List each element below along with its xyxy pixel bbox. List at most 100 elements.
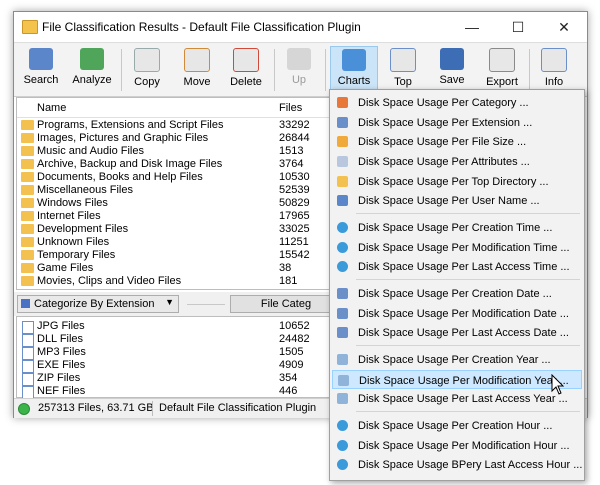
clock-icon	[337, 222, 348, 233]
calendar-icon	[337, 288, 348, 299]
item-name: JPG Files	[37, 320, 85, 332]
hour-clock-icon	[337, 459, 348, 470]
menu-item[interactable]: Disk Space Usage BPery Last Access Hour …	[332, 455, 582, 474]
up-button[interactable]: Up	[280, 46, 318, 94]
menu-item[interactable]: Disk Space Usage Per Attributes ...	[332, 152, 582, 171]
list-item[interactable]: Archive, Backup and Disk Image Files 3764	[17, 158, 342, 171]
top-files-icon	[390, 48, 416, 72]
menu-item[interactable]: Disk Space Usage Per Extension ...	[332, 113, 582, 132]
folder-icon	[21, 159, 34, 169]
list-item[interactable]: Game Files 38	[17, 262, 342, 275]
delete-button[interactable]: Delete	[225, 46, 267, 94]
extension-list[interactable]: JPG Files 10652 DLL Files 24482 MP3 Files 1…	[16, 316, 343, 399]
list-item[interactable]: Images, Pictures and Graphic Files 26844	[17, 132, 342, 145]
list-item[interactable]: EXE Files 4909	[17, 359, 342, 373]
menu-item-label: Disk Space Usage Per Last Access Year ..…	[358, 393, 568, 405]
search-button[interactable]: Search	[20, 46, 62, 94]
file-categories-button[interactable]: File Categ	[230, 295, 342, 313]
toolbar-divider	[121, 49, 122, 91]
move-button[interactable]: Move	[176, 46, 218, 94]
menu-item[interactable]: Disk Space Usage Per File Size ...	[332, 132, 582, 151]
list-item[interactable]: Development Files 33025	[17, 223, 342, 236]
list-item[interactable]: Programs, Extensions and Script Files 332…	[17, 119, 342, 132]
menu-item-label: Disk Space Usage Per Top Directory ...	[358, 176, 549, 188]
menu-item[interactable]: Disk Space Usage Per Modification Time .…	[332, 238, 582, 257]
year-calendar-icon	[337, 354, 348, 365]
menu-item[interactable]: Disk Space Usage Per Modification Date .…	[332, 304, 582, 323]
item-name: Music and Audio Files	[37, 145, 144, 157]
menu-item[interactable]: Disk Space Usage Per Creation Date ...	[332, 284, 582, 303]
item-files: 50829	[279, 197, 310, 209]
list-item[interactable]: Unknown Files 11251	[17, 236, 342, 249]
item-files: 52539	[279, 184, 310, 196]
column-header-name[interactable]: Name	[37, 102, 66, 114]
menu-item[interactable]: Disk Space Usage Per Creation Year ...	[332, 350, 582, 369]
status-summary: 257313 Files, 63.71 GB	[38, 402, 154, 414]
item-name: Unknown Files	[37, 236, 110, 248]
list-item[interactable]: Movies, Clips and Video Files 181	[17, 275, 342, 288]
menu-separator	[356, 279, 580, 280]
menu-item[interactable]: Disk Space Usage Per Last Access Year ..…	[332, 389, 582, 408]
column-header-files[interactable]: Files	[279, 102, 302, 114]
close-button[interactable]: ✕	[541, 12, 587, 42]
folder-icon	[21, 224, 34, 234]
item-files: 26844	[279, 132, 310, 144]
item-name: EXE Files	[37, 359, 86, 371]
list-item[interactable]: Miscellaneous Files 52539	[17, 184, 342, 197]
list-item[interactable]: Windows Files 50829	[17, 197, 342, 210]
menu-item[interactable]: Disk Space Usage Per Creation Time ...	[332, 218, 582, 237]
menu-item-label: Disk Space Usage Per Modification Hour .…	[358, 440, 570, 452]
list-item[interactable]: MP3 Files 1505	[17, 346, 342, 360]
list-item[interactable]: Temporary Files 15542	[17, 249, 342, 262]
user-name-chart-icon	[337, 195, 348, 206]
toolbar-divider	[529, 49, 530, 91]
menu-item[interactable]: Disk Space Usage Per Category ...	[332, 93, 582, 112]
save-label: Save	[439, 74, 465, 86]
folder-icon	[21, 237, 34, 247]
menu-item[interactable]: Disk Space Usage Per Last Access Date ..…	[332, 323, 582, 342]
menu-item[interactable]: Disk Space Usage Per Creation Hour ...	[332, 416, 582, 435]
export-button[interactable]: Export	[482, 46, 522, 94]
item-name: Development Files	[37, 223, 129, 235]
list-item[interactable]: Documents, Books and Help Files 10530	[17, 171, 342, 184]
menu-item-label: Disk Space Usage Per Modification Date .…	[358, 308, 569, 320]
item-name: ZIP Files	[37, 372, 81, 384]
item-files: 1513	[279, 145, 304, 157]
menu-item[interactable]: Disk Space Usage Per User Name ...	[332, 191, 582, 210]
extension-chart-icon	[337, 117, 348, 128]
item-name: DLL Files	[37, 333, 84, 345]
move-icon	[184, 48, 210, 72]
category-list[interactable]: Name Files Programs, Extensions and Scri…	[16, 97, 343, 290]
item-files: 181	[279, 275, 298, 287]
item-name: Programs, Extensions and Script Files	[37, 119, 224, 131]
menu-item[interactable]: Disk Space Usage Per Last Access Time ..…	[332, 257, 582, 276]
category-chart-icon	[337, 97, 348, 108]
info-button[interactable]: Info	[536, 46, 572, 94]
list-item[interactable]: ZIP Files 354	[17, 372, 342, 386]
analyze-button[interactable]: Analyze	[69, 46, 115, 94]
move-label: Move	[183, 76, 211, 88]
copy-button[interactable]: Copy	[126, 46, 168, 94]
menu-item-label: Disk Space Usage Per Creation Hour ...	[358, 420, 553, 432]
menu-item[interactable]: Disk Space Usage Per Modification Hour .…	[332, 436, 582, 455]
copy-icon	[134, 48, 160, 72]
list-item[interactable]: NEF Files 446	[17, 385, 342, 399]
minimize-button[interactable]: —	[449, 12, 495, 42]
menu-item-highlighted[interactable]: Disk Space Usage Per Modification Year .…	[332, 370, 582, 389]
item-files: 11251	[279, 236, 309, 248]
list-item[interactable]: JPG Files 10652	[17, 320, 342, 334]
menu-item-label: Disk Space Usage Per Modification Time .…	[358, 242, 570, 254]
year-calendar-icon	[337, 393, 348, 404]
list-item[interactable]: Internet Files 17965	[17, 210, 342, 223]
maximize-button[interactable]: ☐	[495, 12, 541, 42]
save-icon	[440, 48, 464, 70]
hour-clock-icon	[337, 420, 348, 431]
list-item[interactable]: DLL Files 24482	[17, 333, 342, 347]
top-files-button[interactable]: Top Files	[382, 46, 424, 100]
list-item[interactable]: Music and Audio Files 1513	[17, 145, 342, 158]
categorize-dropdown[interactable]: Categorize By Extension ▼	[17, 295, 179, 313]
menu-item[interactable]: Disk Space Usage Per Top Directory ...	[332, 172, 582, 191]
up-arrow-icon	[287, 48, 311, 70]
categorize-icon	[21, 299, 30, 308]
save-button[interactable]: Save	[434, 46, 470, 94]
